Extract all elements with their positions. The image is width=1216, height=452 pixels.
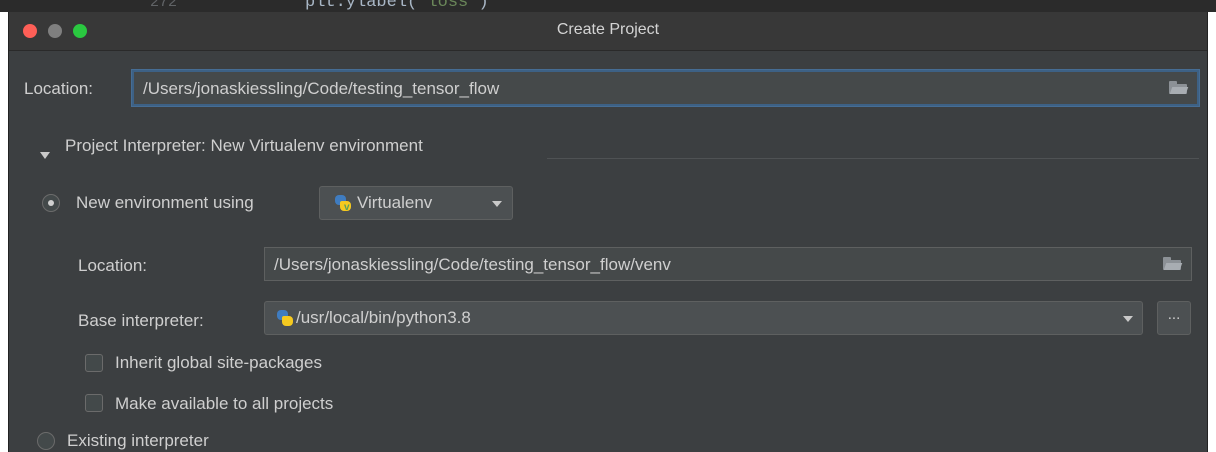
python-virtualenv-icon: v	[334, 194, 352, 213]
make-available-checkbox[interactable]	[85, 394, 103, 412]
folder-icon[interactable]	[1163, 257, 1183, 270]
folder-icon[interactable]	[1169, 81, 1189, 94]
venv-location-value: /Users/jonaskiessling/Code/testing_tenso…	[274, 255, 671, 274]
line-number: 272	[150, 0, 178, 11]
code-string: 'loss'	[417, 0, 479, 12]
python-icon	[276, 309, 294, 327]
chevron-down-icon	[492, 201, 502, 207]
section-divider	[547, 158, 1199, 159]
code-line: plt.ylabel('loss')	[305, 0, 489, 12]
environment-tool-select[interactable]: v Virtualenv	[319, 186, 513, 220]
interpreter-section-title[interactable]: Project Interpreter: New Virtualenv envi…	[65, 136, 423, 156]
project-location-value: /Users/jonaskiessling/Code/testing_tenso…	[143, 79, 500, 98]
background-editor-code: 272 plt.ylabel('loss')	[0, 0, 1216, 12]
radio-selected-dot	[48, 200, 54, 206]
existing-interpreter-radio[interactable]	[37, 432, 55, 450]
dialog-title: Create Project	[556, 21, 660, 38]
create-project-dialog: Create Project Location: /Users/jonaskie…	[8, 12, 1208, 452]
new-environment-label[interactable]: New environment using	[76, 193, 254, 213]
base-interpreter-select[interactable]: /usr/local/bin/python3.8	[264, 301, 1143, 335]
new-environment-radio[interactable]	[42, 194, 60, 212]
code-close-paren: )	[478, 0, 489, 12]
project-location-label: Location:	[24, 79, 93, 98]
make-available-label[interactable]: Make available to all projects	[115, 394, 333, 414]
expand-triangle-icon[interactable]	[40, 152, 50, 159]
inherit-site-packages-label[interactable]: Inherit global site-packages	[115, 353, 322, 373]
chevron-down-icon	[1123, 316, 1133, 322]
project-location-input[interactable]: /Users/jonaskiessling/Code/testing_tenso…	[132, 70, 1199, 106]
venv-location-input[interactable]: /Users/jonaskiessling/Code/testing_tenso…	[264, 247, 1192, 281]
code-call: plt.ylabel(	[305, 0, 418, 12]
environment-tool-value: Virtualenv	[357, 193, 433, 212]
browse-interpreter-button[interactable]: ...	[1157, 301, 1191, 335]
base-interpreter-value: /usr/local/bin/python3.8	[296, 308, 471, 327]
title-bar: Create Project	[9, 12, 1207, 51]
inherit-site-packages-checkbox[interactable]	[85, 354, 103, 372]
base-interpreter-label: Base interpreter:	[78, 311, 204, 330]
existing-interpreter-label[interactable]: Existing interpreter	[67, 431, 209, 451]
venv-location-label: Location:	[78, 256, 147, 275]
